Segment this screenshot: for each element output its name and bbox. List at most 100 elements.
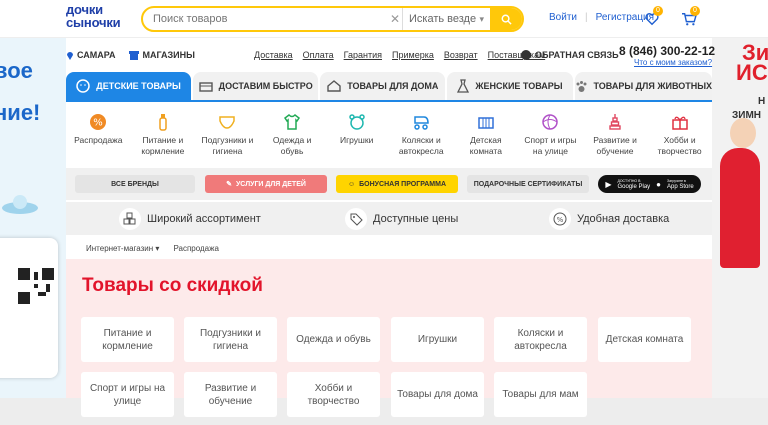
gift-certificates-button[interactable]: ПОДАРОЧНЫЕ СЕРТИФИКАТЫ: [467, 175, 589, 193]
app-store-badge[interactable]: Загрузите в App Store: [667, 178, 694, 190]
order-status-link[interactable]: Что с моим заказом?: [634, 58, 712, 67]
tab-kids-goods[interactable]: ДЕТСКИЕ ТОВАРЫ: [66, 72, 192, 100]
discount-circle-icon: %: [549, 207, 571, 230]
login-link[interactable]: Войти: [549, 12, 577, 23]
category-food[interactable]: Питание и кормление: [131, 102, 196, 166]
sale-category-label-2: кормление: [102, 340, 153, 352]
svg-text:%: %: [94, 118, 104, 129]
tab-fast-delivery[interactable]: ДОСТАВИМ БЫСТРО: [193, 72, 319, 100]
google-play-badge[interactable]: ДОСТУПНО В Google Play: [617, 178, 650, 190]
sale-category-label: Питание и кормление: [102, 327, 153, 353]
category-label: Хобби и: [663, 135, 696, 145]
bonus-program-button[interactable]: ☺ БОНУСНАЯ ПРОГРАММА: [336, 175, 458, 193]
sale-category-label-1: Коляски и: [517, 327, 564, 339]
link-warranty[interactable]: Гарантия: [344, 50, 382, 60]
left-banner-text-2: ние!: [0, 100, 41, 125]
qr-code-icon: [18, 268, 54, 304]
category-strollers[interactable]: Коляски и автокресла: [389, 102, 454, 166]
sale-category-label: Коляски и автокресла: [514, 327, 567, 353]
right-banner-text-2: ИС: [736, 60, 768, 85]
stores-link[interactable]: МАГАЗИНЫ: [129, 50, 195, 60]
all-brands-button[interactable]: ВСЕ БРЕНДЫ: [75, 175, 195, 193]
auth-links: Войти | Регистрация: [549, 12, 654, 23]
tab-home-goods[interactable]: ТОВАРЫ ДЛЯ ДОМА: [320, 72, 446, 100]
sale-category-card[interactable]: Питание и кормление: [81, 317, 174, 362]
left-banner-text-1: вое: [0, 58, 33, 83]
sale-category-card[interactable]: Одежда и обувь: [287, 317, 380, 362]
category-clothes[interactable]: Одежда и обувь: [260, 102, 325, 166]
sale-section: Товары со скидкой Питание и кормление Подг…: [66, 259, 712, 417]
sale-category-card[interactable]: Подгузники и гигиена: [184, 317, 277, 362]
chevron-down-icon: ▾: [479, 13, 484, 24]
baby-face-icon: [76, 79, 91, 93]
sale-category-card[interactable]: Спорт и игры на улице: [81, 372, 174, 417]
sale-category-label: Товары для мам: [502, 388, 578, 401]
search-bar: ✕ Искать везде ▾: [141, 6, 524, 32]
category-diapers[interactable]: Подгузники и гигиена: [195, 102, 260, 166]
right-side-banner[interactable]: Зи ИС Н ЗИМН: [712, 38, 768, 398]
sale-category-label-2: гигиена: [212, 340, 249, 352]
top-header: дочки сыночки ✕ Искать везде ▾ Войти | Р…: [0, 0, 768, 38]
category-sport[interactable]: Спорт и игры на улице: [518, 102, 583, 166]
sale-category-card[interactable]: Игрушки: [391, 317, 484, 362]
city-selector[interactable]: САМАРА: [66, 50, 115, 60]
category-label-2: на улице: [532, 146, 568, 156]
link-return[interactable]: Возврат: [444, 50, 478, 60]
tab-label: ДЕТСКИЕ ТОВАРЫ: [96, 81, 181, 91]
category-sale[interactable]: % Распродажа: [66, 102, 131, 166]
phone-number[interactable]: 8 (846) 300-22-12: [619, 44, 715, 58]
kids-services-label: УСЛУГИ ДЛЯ ДЕТЕЙ: [235, 180, 306, 188]
kids-services-button[interactable]: ✎ УСЛУГИ ДЛЯ ДЕТЕЙ: [205, 175, 327, 193]
sale-category-card[interactable]: Товары для мам: [494, 372, 587, 417]
breadcrumb-store[interactable]: Интернет-магазин ▾: [86, 244, 159, 253]
sale-category-label-1: Развитие и: [204, 382, 257, 394]
child-jacket-illustration: [720, 148, 760, 268]
google-play-icon: ▶: [605, 179, 612, 189]
sale-category-card[interactable]: Коляски и автокресла: [494, 317, 587, 362]
category-kids-room[interactable]: Детская комната: [454, 102, 519, 166]
sale-category-label-2: творчество: [307, 395, 360, 407]
category-toys[interactable]: Игрушки: [324, 102, 389, 166]
search-button[interactable]: [490, 8, 522, 30]
stroller-icon: [414, 116, 430, 130]
category-label-2: кормление: [141, 146, 185, 156]
tab-label: ДОСТАВИМ БЫСТРО: [218, 81, 313, 91]
tab-label: ТОВАРЫ ДЛЯ ЖИВОТНЫХ: [593, 81, 713, 91]
app-store-badges[interactable]: ▶ ДОСТУПНО В Google Play ● Загрузите в A…: [598, 175, 701, 193]
tab-pet-goods[interactable]: ТОВАРЫ ДЛЯ ЖИВОТНЫХ: [574, 72, 713, 100]
feather-icon: ✎: [226, 181, 232, 188]
breadcrumb-sale[interactable]: Распродажа: [173, 244, 219, 253]
page: дочки сыночки ✕ Искать везде ▾ Войти | Р…: [0, 0, 768, 425]
sale-category-label-1: Хобби и: [314, 382, 353, 394]
sale-category-card[interactable]: Товары для дома: [391, 372, 484, 417]
sale-category-card[interactable]: Развитие и обучение: [184, 372, 277, 417]
link-fitting[interactable]: Примерка: [392, 50, 434, 60]
link-delivery[interactable]: Доставка: [254, 50, 293, 60]
tab-women-goods[interactable]: ЖЕНСКИЕ ТОВАРЫ: [447, 72, 573, 100]
feedback-link[interactable]: ОБРАТНАЯ СВЯЗЬ: [521, 50, 619, 60]
sale-category-card[interactable]: Хобби и творчество: [287, 372, 380, 417]
search-scope-select[interactable]: Искать везде ▾: [402, 8, 490, 30]
category-hobby[interactable]: Хобби и творчество: [647, 102, 712, 166]
pyramid-toy-icon: [609, 114, 621, 130]
advantage-label: Широкий ассортимент: [147, 212, 261, 225]
category-label: Питание и: [142, 135, 184, 145]
advantages-bar: Широкий ассортимент Доступные цены % Удо…: [66, 202, 712, 235]
site-logo[interactable]: дочки сыночки: [66, 3, 128, 29]
left-side-banner[interactable]: вое ние!: [0, 38, 66, 398]
sale-category-label: Одежда и обувь: [296, 333, 371, 346]
link-payment[interactable]: Оплата: [303, 50, 334, 60]
sale-category-label: Игрушки: [418, 333, 457, 346]
category-label: Детская: [470, 135, 502, 145]
logo-line-2: сыночки: [66, 15, 121, 30]
sale-category-label-1: Спорт и игры на: [89, 382, 166, 394]
app-store-badge-name: App Store: [667, 184, 694, 190]
clear-icon[interactable]: ✕: [388, 12, 402, 26]
blocks-icon: [119, 207, 141, 230]
search-input[interactable]: [143, 8, 388, 30]
category-label-2: гигиена: [212, 146, 243, 156]
sale-category-label: Развитие и обучение: [205, 382, 256, 408]
sale-category-label-2: автокресла: [514, 340, 567, 352]
sale-category-card[interactable]: Детская комната: [598, 317, 691, 362]
category-development[interactable]: Развитие и обучение: [583, 102, 648, 166]
